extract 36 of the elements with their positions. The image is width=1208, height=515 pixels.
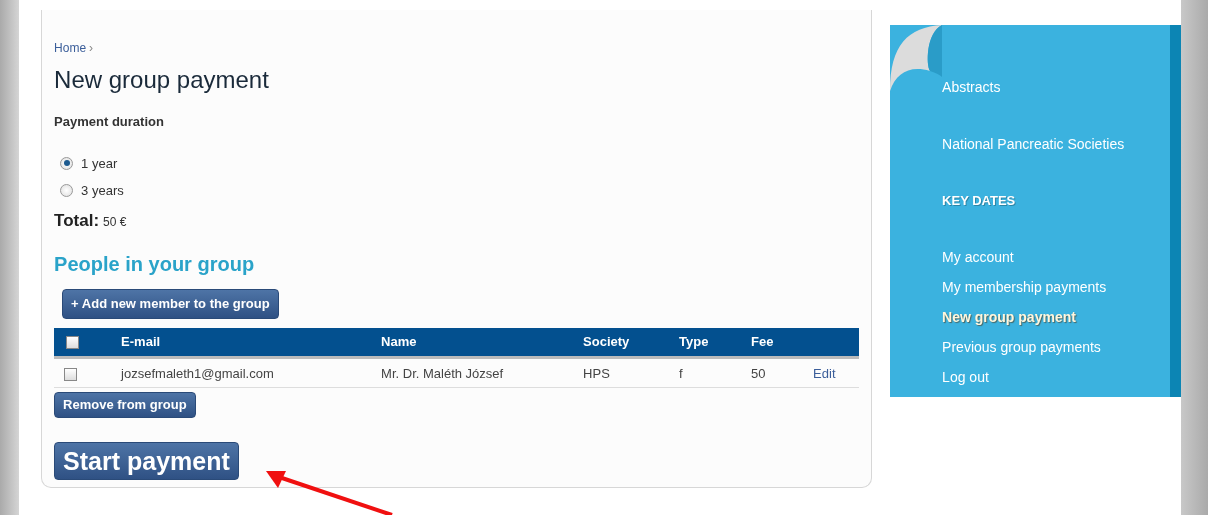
- add-member-button[interactable]: + Add new member to the group: [62, 289, 279, 319]
- page-title: New group payment: [54, 65, 270, 95]
- radio-label[interactable]: 1 year: [81, 153, 118, 174]
- table-cell: 50: [751, 365, 766, 381]
- column-header: E-mail: [121, 334, 161, 350]
- total-value: 50 €: [103, 213, 127, 231]
- sidebar-link[interactable]: My membership payments: [942, 276, 1171, 298]
- sidebar-link[interactable]: Log out: [942, 366, 1171, 388]
- column-header: Society: [583, 334, 630, 350]
- section-heading: People in your group: [54, 252, 256, 278]
- sidebar-link[interactable]: National Pancreatic Societies: [942, 134, 1171, 155]
- select-all-checkbox[interactable]: [66, 336, 80, 350]
- sidebar-link[interactable]: Previous group payments: [942, 336, 1171, 358]
- breadcrumb-link[interactable]: Home: [54, 41, 87, 55]
- breadcrumb-separator: ›: [89, 41, 94, 55]
- table-cell: jozsefmaleth1@gmail.com: [121, 365, 274, 381]
- table-cell: Mr. Dr. Maléth József: [381, 365, 504, 381]
- page-curl-icon: [890, 25, 943, 91]
- table-cell: f: [679, 365, 683, 381]
- column-header: Fee: [751, 334, 774, 350]
- sidebar-link[interactable]: KEY DATES: [942, 191, 1171, 211]
- radio-button[interactable]: [60, 156, 74, 170]
- total-label: Total:: [54, 209, 100, 232]
- start-payment-button[interactable]: Start payment: [54, 441, 239, 480]
- remove-button[interactable]: Remove from group: [54, 392, 196, 418]
- row-checkbox[interactable]: [64, 367, 78, 381]
- edit-link[interactable]: Edit: [813, 365, 836, 381]
- radio-button[interactable]: [60, 183, 74, 197]
- table-cell: HPS: [583, 365, 610, 381]
- field-label: Payment duration: [54, 113, 164, 132]
- sidebar-link[interactable]: New group payment: [942, 306, 1171, 328]
- sidebar-link[interactable]: My account: [942, 246, 1171, 268]
- sidebar-link[interactable]: Abstracts: [942, 77, 1171, 98]
- column-header: Type: [679, 334, 709, 350]
- radio-label[interactable]: 3 years: [81, 180, 124, 201]
- column-header: Name: [381, 334, 417, 350]
